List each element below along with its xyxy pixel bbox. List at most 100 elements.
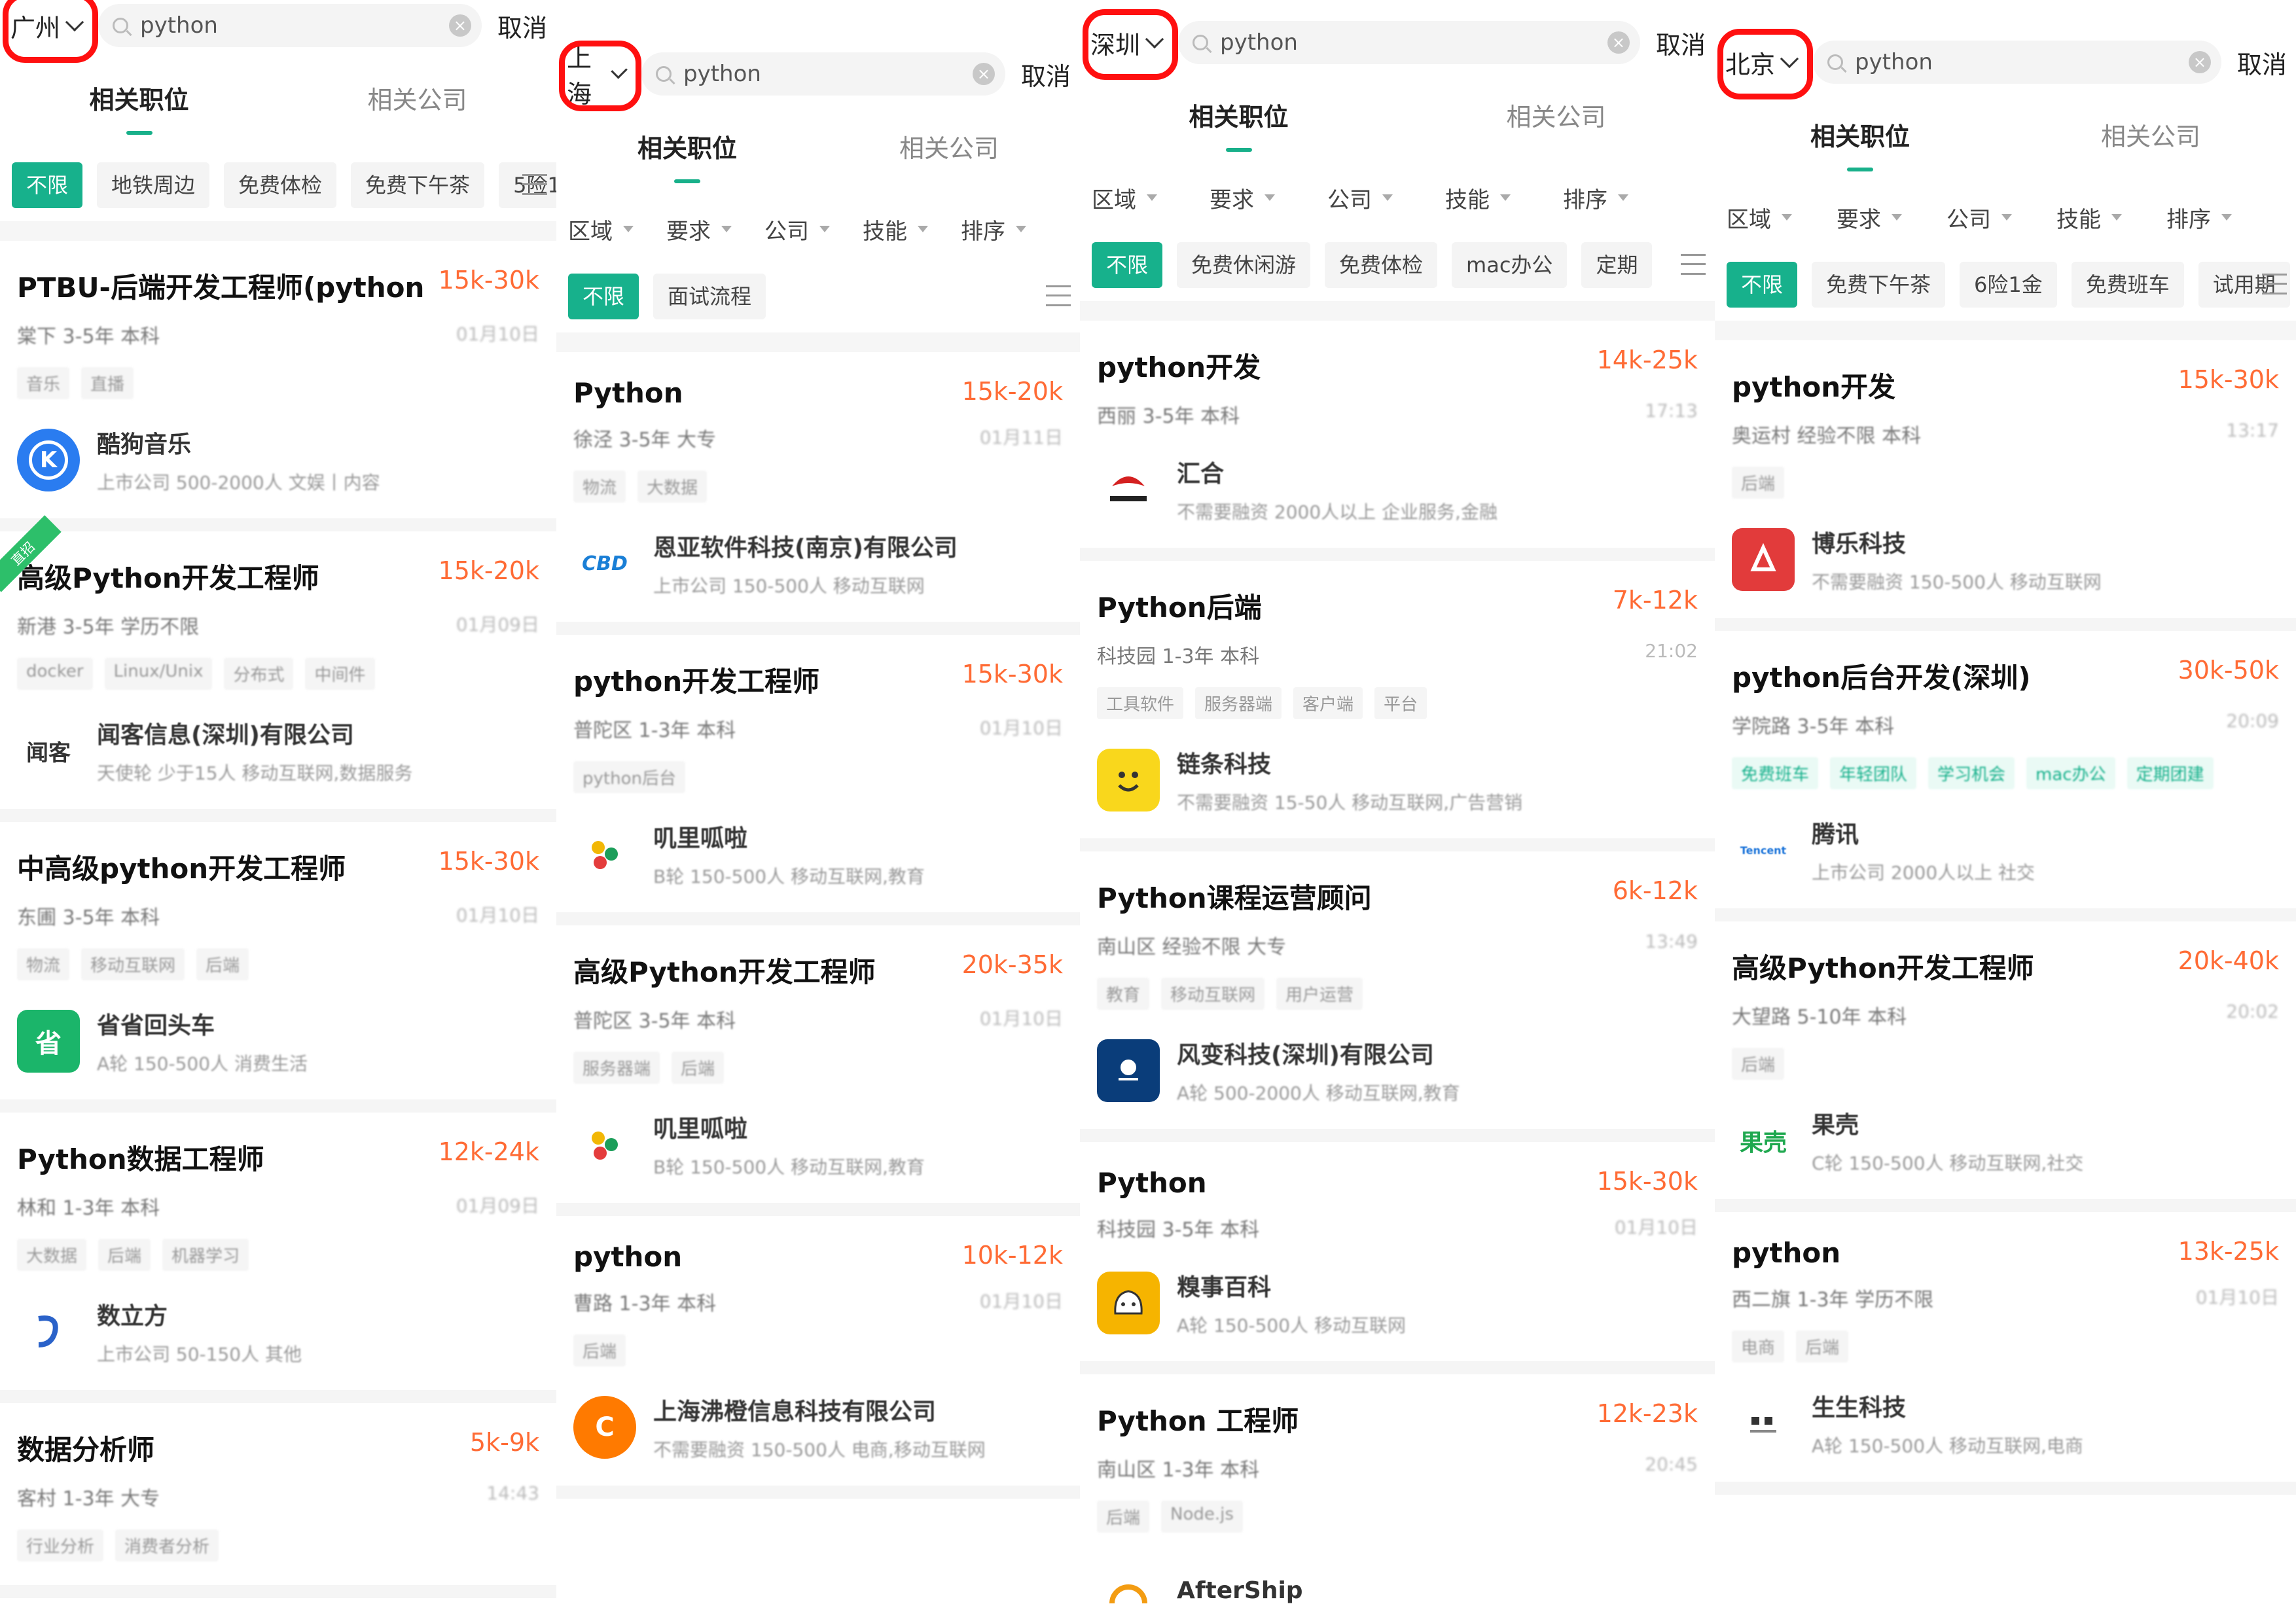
job-card[interactable]: python后台开发(深圳) 30k-50k 学院路 3-5年 本科 20:09… bbox=[1715, 631, 2296, 921]
tab-companies[interactable]: 相关公司 bbox=[278, 51, 556, 149]
menu-icon[interactable] bbox=[1681, 254, 1706, 275]
chip[interactable]: 6险1金 bbox=[1960, 262, 2057, 308]
job-card[interactable]: Python数据工程师 12k-24k 林和 1-3年 本科 01月09日 大数… bbox=[0, 1113, 556, 1403]
chip[interactable]: mac办公 bbox=[1452, 242, 1568, 288]
chip[interactable]: 免费体检 bbox=[224, 162, 337, 208]
filter-company[interactable]: 公司 bbox=[1946, 202, 2012, 234]
job-time: 01月10日 bbox=[2195, 1287, 2279, 1308]
city-selector[interactable]: 北京 bbox=[1717, 29, 1814, 99]
job-card[interactable]: python 10k-12k 曹路 1-3年 本科 01月10日 后端 C 上海… bbox=[556, 1216, 1080, 1499]
menu-icon[interactable] bbox=[1046, 285, 1071, 306]
filter-area[interactable]: 区域 bbox=[1092, 182, 1157, 214]
job-meta: 学院路 3-5年 本科 bbox=[1732, 715, 1895, 738]
chip[interactable]: 免费体检 bbox=[1325, 242, 1438, 288]
job-card[interactable]: 数据分析师 5k-9k 客村 1-3年 大专 14:43 行业分析 消费者分析 bbox=[0, 1403, 556, 1598]
filter-sort[interactable]: 排序 bbox=[1563, 182, 1628, 214]
job-card[interactable]: Python课程运营顾问 6k-12k 南山区 经验不限 大专 13:49 教育… bbox=[1080, 851, 1715, 1142]
cancel-button[interactable]: 取消 bbox=[2237, 45, 2287, 80]
filter-requirement[interactable]: 要求 bbox=[1837, 202, 1902, 234]
job-card[interactable]: 直招 高级Python开发工程师 15k-20k 新港 3-5年 学历不限 01… bbox=[0, 515, 556, 822]
chip[interactable]: 不限 bbox=[12, 162, 83, 208]
chip[interactable]: 不限 bbox=[1727, 262, 1798, 308]
tab-jobs[interactable]: 相关职位 bbox=[0, 51, 278, 149]
job-salary: 15k-20k bbox=[961, 377, 1063, 406]
city-selector[interactable]: 深圳 bbox=[1083, 9, 1179, 80]
cancel-button[interactable]: 取消 bbox=[497, 8, 547, 44]
clear-icon[interactable]: × bbox=[448, 14, 471, 37]
job-card[interactable]: Python 15k-30k 科技园 3-5年 本科 01月10日 糗事百科 A… bbox=[1080, 1142, 1715, 1374]
company-name: 叽里呱啦 bbox=[653, 825, 748, 852]
filter-skill[interactable]: 技能 bbox=[863, 213, 928, 245]
search-icon bbox=[113, 18, 129, 33]
filter-area[interactable]: 区域 bbox=[568, 213, 634, 245]
search-box[interactable]: × bbox=[98, 4, 482, 47]
chip[interactable]: 不限 bbox=[1092, 242, 1163, 288]
city-selector[interactable]: 广州 bbox=[3, 0, 99, 63]
job-card[interactable]: Python 15k-20k 徐泾 3-5年 大专 01月11日 物流 大数据 … bbox=[556, 352, 1080, 635]
search-input[interactable] bbox=[1220, 29, 1596, 56]
company-meta: A轮 150-500人 消费生活 bbox=[97, 1053, 308, 1075]
search-box[interactable]: × bbox=[1178, 21, 1640, 64]
divider bbox=[1715, 321, 2296, 340]
job-card[interactable]: Python 工程师 12k-23k 南山区 1-3年 本科 20:45 后端 … bbox=[1080, 1374, 1715, 1623]
menu-icon[interactable] bbox=[522, 174, 547, 195]
chip[interactable]: 免费班车 bbox=[2071, 262, 2184, 308]
tab-companies[interactable]: 相关公司 bbox=[1397, 68, 1715, 166]
job-card[interactable]: 高级Python开发工程师 20k-35k 普陀区 3-5年 本科 01月10日… bbox=[556, 925, 1080, 1216]
filter-company[interactable]: 公司 bbox=[1327, 182, 1393, 214]
search-input[interactable] bbox=[140, 12, 437, 39]
tab-companies[interactable]: 相关公司 bbox=[818, 99, 1080, 198]
chip[interactable]: 定期 bbox=[1581, 242, 1653, 288]
job-card[interactable]: Python后端 7k-12k 科技园 1-3年 本科 21:02 工具软件 服… bbox=[1080, 561, 1715, 851]
company-logo bbox=[17, 1300, 80, 1363]
job-salary: 15k-30k bbox=[1596, 1167, 1698, 1196]
filter-company[interactable]: 公司 bbox=[764, 213, 830, 245]
search-box[interactable]: × bbox=[641, 52, 1005, 96]
tab-companies[interactable]: 相关公司 bbox=[2005, 88, 2296, 186]
filter-sort[interactable]: 排序 bbox=[2166, 202, 2232, 234]
cancel-button[interactable]: 取消 bbox=[1656, 25, 1706, 61]
job-meta: 林和 1-3年 本科 bbox=[17, 1197, 160, 1220]
city-selector[interactable]: 上海 bbox=[559, 41, 641, 111]
clear-icon[interactable]: × bbox=[1607, 31, 1630, 54]
job-tag: 服务器端 bbox=[573, 1052, 660, 1084]
company-logo bbox=[573, 1113, 636, 1176]
chip[interactable]: 不限 bbox=[568, 274, 639, 319]
city-label: 广州 bbox=[10, 13, 61, 43]
search-input[interactable] bbox=[683, 61, 961, 87]
filter-area[interactable]: 区域 bbox=[1727, 202, 1792, 234]
menu-icon[interactable] bbox=[2262, 274, 2287, 294]
chip[interactable]: 地铁周边 bbox=[97, 162, 210, 208]
job-card[interactable]: 高级Python开发工程师 20k-40k 大望路 5-10年 本科 20:02… bbox=[1715, 921, 2296, 1212]
filter-requirement[interactable]: 要求 bbox=[666, 213, 732, 245]
job-tag: 大数据 bbox=[637, 471, 708, 503]
job-card[interactable]: python开发 14k-25k 西丽 3-5年 本科 17:13 汇合 不需要… bbox=[1080, 321, 1715, 561]
clear-icon[interactable]: × bbox=[2188, 51, 2211, 73]
job-salary: 15k-30k bbox=[2178, 365, 2279, 394]
filter-skill[interactable]: 技能 bbox=[1445, 182, 1511, 214]
chip[interactable]: 面试流程 bbox=[653, 274, 766, 319]
job-title: python后台开发(深圳) bbox=[1732, 662, 2031, 694]
clear-icon[interactable]: × bbox=[972, 63, 995, 85]
search-box[interactable]: × bbox=[1813, 41, 2221, 84]
job-tag: 后端 bbox=[1732, 467, 1785, 499]
tab-jobs[interactable]: 相关职位 bbox=[1715, 88, 2005, 186]
chip[interactable]: 免费休闲游 bbox=[1177, 242, 1311, 288]
filter-sort[interactable]: 排序 bbox=[961, 213, 1026, 245]
search-input[interactable] bbox=[1855, 49, 2177, 75]
chip[interactable]: 免费下午茶 bbox=[1812, 262, 1946, 308]
chip[interactable]: 免费下午茶 bbox=[351, 162, 485, 208]
job-card[interactable]: python开发工程师 15k-30k 普陀区 1-3年 本科 01月10日 p… bbox=[556, 635, 1080, 925]
filter-requirement[interactable]: 要求 bbox=[1210, 182, 1275, 214]
company-name: 博乐科技 bbox=[1812, 531, 1907, 558]
tab-jobs[interactable]: 相关职位 bbox=[556, 99, 818, 198]
cancel-button[interactable]: 取消 bbox=[1021, 56, 1071, 92]
filter-skill[interactable]: 技能 bbox=[2056, 202, 2122, 234]
job-card[interactable]: PTBU-后端开发工程师(python) 15k-30k 棠下 3-5年 本科 … bbox=[0, 241, 556, 531]
company-name: 糗事百科 bbox=[1177, 1274, 1272, 1301]
job-title: Python后端 bbox=[1097, 592, 1262, 624]
job-card[interactable]: python开发 15k-30k 奥运村 经验不限 本科 13:17 后端 博乐… bbox=[1715, 340, 2296, 631]
job-card[interactable]: 中高级python开发工程师 15k-30k 东圃 3-5年 本科 01月10日… bbox=[0, 822, 556, 1113]
tab-jobs[interactable]: 相关职位 bbox=[1080, 68, 1397, 166]
job-card[interactable]: python 13k-25k 西二旗 1-3年 学历不限 01月10日 电商 后… bbox=[1715, 1212, 2296, 1495]
